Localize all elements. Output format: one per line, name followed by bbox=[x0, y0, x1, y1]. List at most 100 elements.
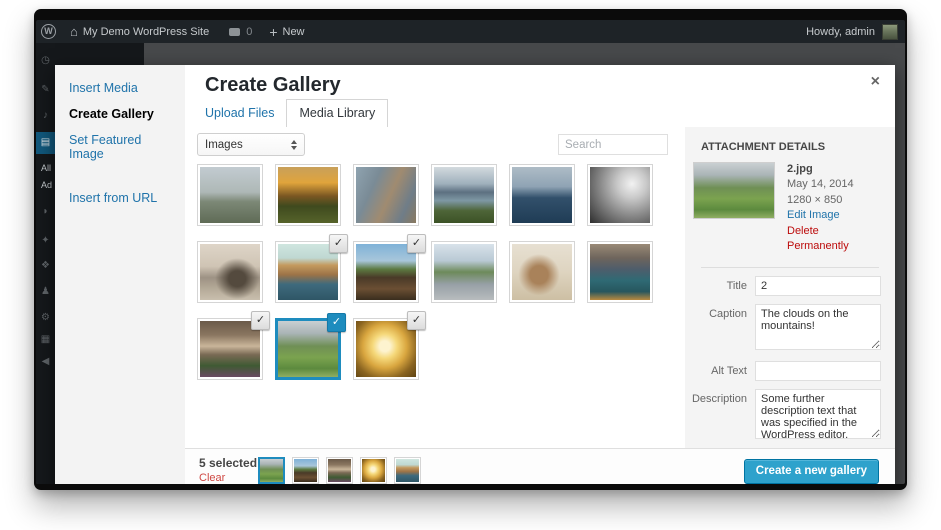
settings-icon[interactable]: ▦ bbox=[36, 334, 55, 346]
mountain-road-thumbnail bbox=[434, 244, 494, 300]
edit-image-link[interactable]: Edit Image bbox=[787, 208, 881, 223]
attachment-golden-field[interactable]: ✓ bbox=[353, 311, 426, 380]
caption-label: Caption bbox=[709, 308, 747, 321]
comments-icon[interactable] bbox=[229, 27, 241, 36]
howdy-account-link[interactable]: Howdy, admin bbox=[806, 26, 875, 38]
attachment-mountain-road[interactable] bbox=[431, 241, 497, 303]
attachment-foggy-meadow[interactable] bbox=[197, 164, 263, 226]
tab-upload-files[interactable]: Upload Files bbox=[205, 100, 286, 127]
sunset-pasture-thumbnail bbox=[278, 167, 338, 223]
modal-menu-set-featured-image[interactable]: Set Featured Image bbox=[55, 127, 185, 167]
check-icon[interactable]: ✓ bbox=[407, 234, 426, 253]
attachment-orchard-trees[interactable]: ✓ bbox=[197, 311, 270, 380]
attachment-preview-thumbnail bbox=[693, 162, 775, 219]
caption-field-row: Caption bbox=[691, 304, 881, 353]
appearance-icon[interactable]: ✦ bbox=[36, 235, 55, 247]
selection-preview-strip bbox=[258, 457, 421, 484]
check-icon[interactable]: ✓ bbox=[327, 313, 346, 332]
check-icon[interactable]: ✓ bbox=[407, 311, 426, 330]
attachment-sunset-pasture[interactable] bbox=[275, 164, 341, 226]
clear-selection-link[interactable]: Clear bbox=[199, 472, 225, 484]
attachment-canal-houses[interactable]: ✓ bbox=[275, 234, 348, 303]
modal-menu-insert-media[interactable]: Insert Media bbox=[55, 75, 185, 101]
attachment-fields: Title Caption Alt Text Description bbox=[685, 276, 895, 442]
modal-menu: Insert Media Create Gallery Set Featured I… bbox=[55, 65, 185, 484]
pages-icon: ▤ bbox=[40, 137, 51, 148]
attachment-highland-cow[interactable] bbox=[509, 241, 575, 303]
description-field-row: Description bbox=[691, 389, 881, 442]
home-icon: ⌂ bbox=[70, 23, 78, 39]
title-field-row: Title bbox=[691, 276, 881, 297]
site-name-link[interactable]: My Demo WordPress Site bbox=[83, 26, 209, 38]
users-icon[interactable]: ♟ bbox=[36, 286, 55, 298]
stormy-sea-thumbnail bbox=[512, 167, 572, 223]
media-icon[interactable]: ♪ bbox=[36, 110, 55, 122]
attachment-green-valley[interactable]: ✓ bbox=[275, 313, 346, 380]
canal-houses-mini-thumbnail bbox=[396, 459, 419, 482]
modal-title: Create Gallery bbox=[205, 74, 341, 96]
attachment-city-sunrays[interactable] bbox=[587, 164, 653, 226]
check-icon[interactable]: ✓ bbox=[329, 234, 348, 253]
title-label: Title bbox=[726, 280, 747, 293]
wp-admin-bar: W ⌂ My Demo WordPress Site 0 + New Howdy… bbox=[36, 20, 905, 43]
plugins-icon[interactable]: ❖ bbox=[36, 260, 55, 272]
browser-screen: W ⌂ My Demo WordPress Site 0 + New Howdy… bbox=[34, 9, 907, 490]
media-modal: Insert Media Create Gallery Set Featured I… bbox=[55, 65, 895, 484]
selection-thumb-golden-field[interactable] bbox=[360, 457, 387, 484]
attachment-sea-stack-beach[interactable] bbox=[197, 241, 263, 303]
selection-thumb-railway-tracks[interactable] bbox=[292, 457, 319, 484]
lakeside-reeds-thumbnail bbox=[434, 167, 494, 223]
tab-media-library[interactable]: Media Library bbox=[286, 99, 389, 127]
attachment-details-panel: ATTACHMENT DETAILS 2.jpg May 14, 2014 12… bbox=[685, 127, 895, 448]
attachment-river-rocks[interactable] bbox=[353, 164, 419, 226]
description-label: Description bbox=[691, 393, 747, 406]
selection-thumb-orchard-trees[interactable] bbox=[326, 457, 353, 484]
attachments-browser: Images ✓ ✓ ✓ ✓ ✓ bbox=[185, 127, 685, 448]
selection-thumb-canal-houses[interactable] bbox=[394, 457, 421, 484]
caption-textarea[interactable] bbox=[755, 304, 881, 351]
media-router: Upload Files Media Library bbox=[205, 99, 389, 127]
attachment-mountain-lake[interactable] bbox=[587, 241, 653, 303]
select-arrows-icon bbox=[291, 139, 297, 150]
tools-icon[interactable]: ⚙ bbox=[36, 312, 55, 324]
avatar[interactable] bbox=[882, 23, 898, 40]
alt-text-label: Alt Text bbox=[711, 365, 747, 378]
selection-thumb-green-valley[interactable] bbox=[258, 457, 285, 484]
attachment-railway-tracks[interactable]: ✓ bbox=[353, 234, 426, 303]
title-input[interactable] bbox=[755, 276, 881, 297]
mountain-lake-thumbnail bbox=[590, 244, 650, 300]
attachment-dimensions: 1280 × 850 bbox=[787, 193, 843, 206]
media-grid: ✓ ✓ ✓ ✓ ✓ bbox=[197, 164, 653, 380]
search-input[interactable] bbox=[558, 134, 668, 155]
check-icon[interactable]: ✓ bbox=[251, 311, 270, 330]
river-rocks-thumbnail bbox=[356, 167, 416, 223]
alt-text-input[interactable] bbox=[755, 361, 881, 382]
wordpress-logo-icon[interactable]: W bbox=[41, 24, 56, 39]
orchard-trees-mini-thumbnail bbox=[328, 459, 351, 482]
attachment-lakeside-reeds[interactable] bbox=[431, 164, 497, 226]
create-gallery-button[interactable]: Create a new gallery bbox=[743, 459, 879, 484]
media-type-filter-select[interactable]: Images bbox=[197, 133, 305, 156]
green-valley-mini-thumbnail bbox=[260, 459, 283, 482]
attachment-stormy-sea[interactable] bbox=[509, 164, 575, 226]
comments-icon[interactable]: ◗ bbox=[36, 206, 55, 218]
dashboard-icon[interactable]: ◷ bbox=[36, 55, 55, 67]
delete-permanently-link[interactable]: Delete Permanently bbox=[787, 224, 881, 255]
modal-menu-create-gallery[interactable]: Create Gallery bbox=[55, 101, 185, 127]
comments-count: 0 bbox=[246, 25, 253, 38]
new-menu-link[interactable]: New bbox=[283, 26, 305, 38]
modal-content: Create Gallery × Upload Files Media Libra… bbox=[185, 65, 895, 448]
attachment-filename: 2.jpg bbox=[787, 163, 813, 175]
close-icon[interactable]: × bbox=[871, 73, 880, 91]
golden-field-mini-thumbnail bbox=[362, 459, 385, 482]
posts-icon[interactable]: ✎ bbox=[36, 84, 55, 96]
modal-menu-insert-from-url[interactable]: Insert from URL bbox=[55, 185, 185, 211]
dimmed-admin-page: ◷ ✎ ♪ ▤ All Ad ◗ ✦ ❖ ♟ ⚙ ▦ ◀ Insert Media Create Gall… bbox=[36, 43, 905, 484]
collapse-icon[interactable]: ◀ bbox=[36, 356, 55, 368]
attachment-details-heading: ATTACHMENT DETAILS bbox=[701, 141, 826, 153]
description-textarea[interactable] bbox=[755, 389, 881, 440]
foggy-meadow-thumbnail bbox=[200, 167, 260, 223]
screen-content: W ⌂ My Demo WordPress Site 0 + New Howdy… bbox=[36, 20, 905, 484]
highland-cow-thumbnail bbox=[512, 244, 572, 300]
railway-tracks-mini-thumbnail bbox=[294, 459, 317, 482]
